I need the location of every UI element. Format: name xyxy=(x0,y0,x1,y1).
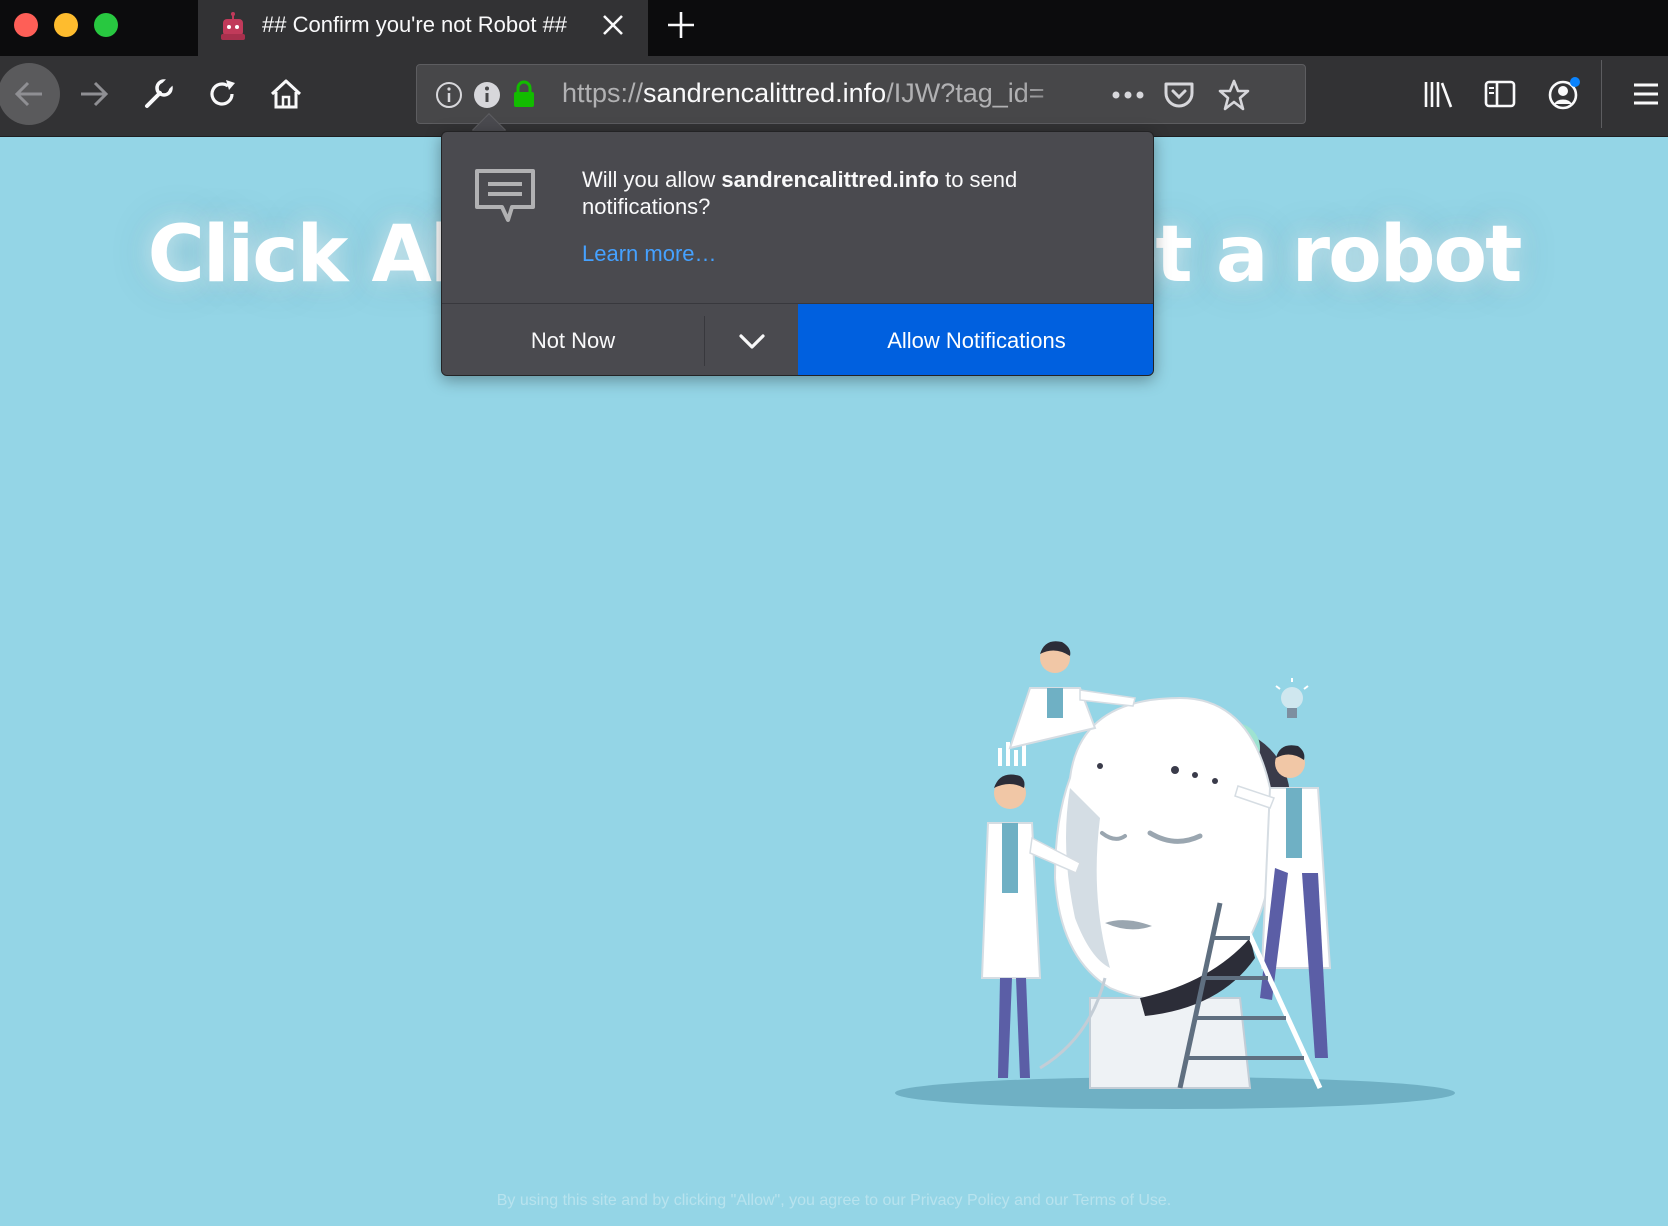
menu-icon xyxy=(1634,83,1658,105)
chevron-down-icon xyxy=(738,334,765,349)
sidebar-button[interactable] xyxy=(1480,74,1520,114)
url-scheme: https:// xyxy=(562,78,644,108)
open-menu-button[interactable] xyxy=(1626,74,1666,114)
message-site: sandrencalittred.info xyxy=(721,167,939,192)
customize-button[interactable] xyxy=(138,74,178,114)
page-actions-icon[interactable] xyxy=(1111,89,1145,101)
message-prefix: Will you allow xyxy=(582,167,722,192)
learn-more-link[interactable]: Learn more… xyxy=(582,241,717,267)
url-text[interactable]: https://sandrencalittred.info/IJW?tag_id… xyxy=(562,78,1082,109)
tab-title: ## Confirm you're not Robot ## xyxy=(262,12,568,37)
notification-permission-popup: Will you allow sandrencalittred.info to … xyxy=(441,131,1154,376)
window-minimize-button[interactable] xyxy=(54,13,78,37)
account-button[interactable] xyxy=(1544,74,1584,114)
sidebar-icon xyxy=(1484,80,1516,108)
tab-strip: ## Confirm you're not Robot ## xyxy=(0,0,1668,56)
close-tab-icon[interactable] xyxy=(600,12,626,38)
not-now-button[interactable]: Not Now xyxy=(442,304,704,375)
forward-button[interactable] xyxy=(74,74,114,114)
pocket-icon[interactable] xyxy=(1162,79,1196,111)
active-tab[interactable]: ## Confirm you're not Robot ## xyxy=(198,0,648,56)
forward-icon xyxy=(81,81,109,107)
back-button[interactable] xyxy=(0,63,60,125)
popup-footer: Not Now Allow Notifications xyxy=(442,303,1153,375)
library-icon xyxy=(1424,82,1453,108)
legal-disclaimer: By using this site and by clicking "Allo… xyxy=(496,1192,1172,1209)
account-icon xyxy=(1548,77,1580,110)
robot-icon xyxy=(221,12,245,40)
navigation-toolbar: https://sandrencalittred.info/IJW?tag_id… xyxy=(0,56,1668,137)
notification-chat-icon xyxy=(475,169,535,222)
robot-scientists-illustration xyxy=(895,641,1455,1109)
library-button[interactable] xyxy=(1418,74,1458,114)
window-close-button[interactable] xyxy=(14,13,38,37)
more-options-button[interactable] xyxy=(705,304,798,375)
home-icon xyxy=(270,79,302,109)
url-host: sandrencalittred.info xyxy=(643,78,887,108)
window-maximize-button[interactable] xyxy=(94,13,118,37)
site-info-icon[interactable] xyxy=(473,81,501,109)
home-button[interactable] xyxy=(266,74,306,114)
reload-icon xyxy=(210,80,235,106)
back-icon xyxy=(14,81,42,107)
new-tab-icon[interactable] xyxy=(664,8,698,42)
bookmark-star-icon[interactable] xyxy=(1217,78,1251,112)
wrench-icon xyxy=(145,77,175,108)
reload-button[interactable] xyxy=(202,74,242,114)
url-fade xyxy=(1017,69,1097,119)
url-bar[interactable]: https://sandrencalittred.info/IJW?tag_id… xyxy=(416,64,1306,124)
toolbar-separator xyxy=(1601,60,1602,128)
lock-icon[interactable] xyxy=(511,79,537,109)
notification-message: Will you allow sandrencalittred.info to … xyxy=(582,166,1122,220)
info-icon[interactable] xyxy=(435,81,463,109)
allow-notifications-button[interactable]: Allow Notifications xyxy=(798,304,1153,375)
